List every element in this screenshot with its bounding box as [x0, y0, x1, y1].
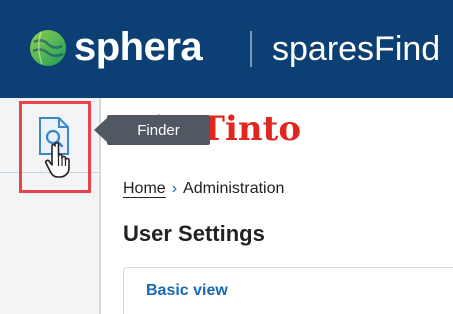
tooltip-arrow: [94, 118, 107, 142]
top-header-bar: sphera sparesFind: [0, 0, 453, 98]
header-divider: [250, 31, 252, 67]
app-name: sparesFind: [272, 30, 441, 68]
page-title: User Settings: [123, 221, 265, 246]
breadcrumb-home-link[interactable]: Home: [123, 180, 166, 198]
tab-basic-view[interactable]: Basic view: [146, 282, 228, 300]
brand-logo-text: sphera: [74, 25, 203, 69]
breadcrumb-current: Administration: [183, 180, 285, 197]
finder-tooltip: Finder: [107, 115, 210, 145]
chevron-right-icon: ›: [171, 180, 178, 197]
breadcrumb: Home › Administration: [123, 180, 284, 198]
hand-pointer-cursor-icon: [44, 142, 70, 178]
sphera-globe-icon: [30, 30, 66, 66]
